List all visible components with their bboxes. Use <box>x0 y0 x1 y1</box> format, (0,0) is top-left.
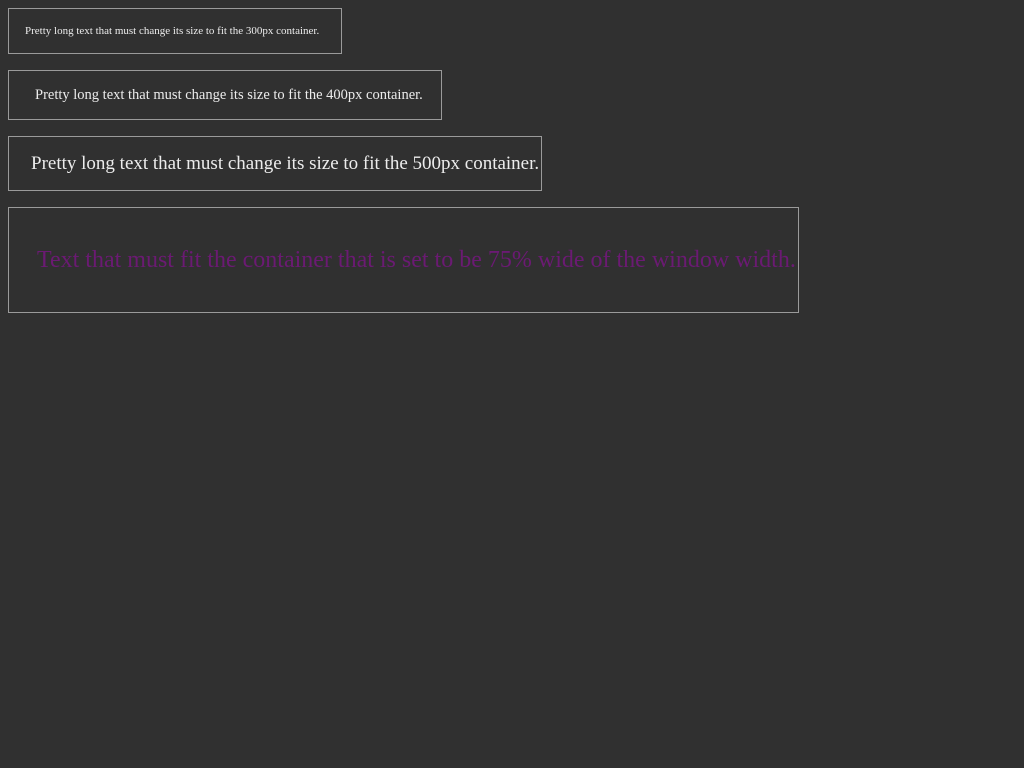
container-300px-text: Pretty long text that must change its si… <box>25 25 320 37</box>
container-500px: Pretty long text that must change its si… <box>8 136 542 191</box>
container-500px-text: Pretty long text that must change its si… <box>31 152 540 174</box>
container-400px-text: Pretty long text that must change its si… <box>35 86 423 103</box>
container-400px: Pretty long text that must change its si… <box>8 70 442 120</box>
container-75-percent-text: Text that must fit the container that is… <box>37 246 796 273</box>
container-300px: Pretty long text that must change its si… <box>8 8 342 54</box>
container-75-percent: Text that must fit the container that is… <box>8 207 799 313</box>
